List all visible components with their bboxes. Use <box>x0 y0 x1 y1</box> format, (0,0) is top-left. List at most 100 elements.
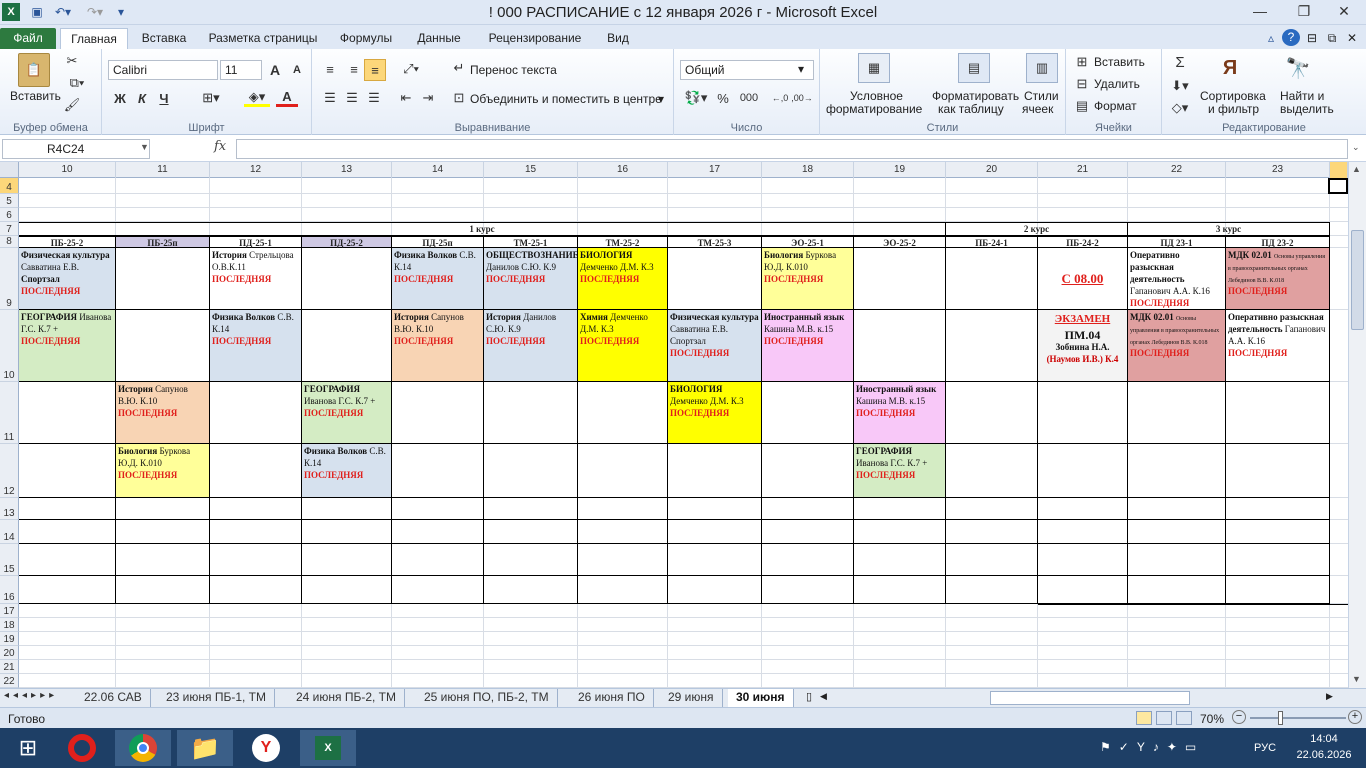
tab-view[interactable]: Вид <box>598 28 638 49</box>
format-as-table-icon[interactable]: ▤ <box>958 53 990 83</box>
cell-styles-label-1[interactable]: Стили <box>1024 89 1059 103</box>
row-header[interactable]: 19 <box>0 632 19 646</box>
schedule-cell[interactable] <box>302 498 392 520</box>
page-break-view-icon[interactable] <box>1176 711 1192 725</box>
conditional-format-icon[interactable]: ▦ <box>858 53 890 83</box>
cell-styles-icon[interactable]: ▥ <box>1026 53 1058 83</box>
schedule-cell[interactable] <box>1128 520 1226 544</box>
column-header[interactable]: 15 <box>484 162 578 178</box>
active-cell[interactable] <box>1328 178 1348 194</box>
autosum-icon[interactable]: Σ <box>1168 53 1192 71</box>
column-header[interactable]: 14 <box>392 162 484 178</box>
column-header[interactable]: 16 <box>578 162 668 178</box>
schedule-cell[interactable] <box>484 444 578 498</box>
schedule-cell[interactable] <box>302 310 392 382</box>
wrap-text-icon[interactable]: ↵ <box>450 59 468 77</box>
schedule-cell[interactable] <box>1128 544 1226 576</box>
zoom-slider-thumb[interactable] <box>1278 711 1283 725</box>
lesson-cell[interactable]: ОБЩЕСТВОЗНАНИЕ Данилов С.Ю. К.9 ПОСЛЕДНЯЯ <box>484 248 578 310</box>
schedule-cell[interactable] <box>946 544 1038 576</box>
chrome-icon[interactable] <box>115 730 171 766</box>
row-header[interactable]: 9 <box>0 248 19 310</box>
align-center-icon[interactable]: ☰ <box>342 89 362 107</box>
lesson-cell[interactable]: Физическая культура Савватина Е.В. Спорт… <box>19 248 116 310</box>
schedule-cell[interactable] <box>116 498 210 520</box>
schedule-cell[interactable] <box>854 248 946 310</box>
schedule-cell[interactable] <box>302 576 392 604</box>
schedule-cell[interactable] <box>946 310 1038 382</box>
schedule-cell[interactable] <box>578 576 668 604</box>
schedule-cell[interactable] <box>668 498 762 520</box>
increase-indent-icon[interactable]: ⇥ <box>418 89 438 107</box>
schedule-cell[interactable] <box>1128 444 1226 498</box>
tab-formulas[interactable]: Формулы <box>330 28 402 49</box>
schedule-cell[interactable] <box>578 382 668 444</box>
close-doc-icon[interactable]: ✕ <box>1344 28 1360 49</box>
lesson-cell[interactable]: Физическая культура Савватина Е.В. Спорт… <box>668 310 762 382</box>
schedule-cell[interactable] <box>762 520 854 544</box>
row-header[interactable]: 11 <box>0 382 19 444</box>
schedule-cell[interactable] <box>1128 498 1226 520</box>
lesson-cell[interactable]: Химия Демченко Д.М. К.3 ПОСЛЕДНЯЯ <box>578 310 668 382</box>
schedule-cell[interactable] <box>1226 520 1330 544</box>
file-explorer-icon[interactable]: 📁 <box>177 730 233 766</box>
row-header[interactable]: 17 <box>0 604 19 618</box>
merge-icon[interactable]: ⊡ <box>450 89 468 107</box>
lesson-cell[interactable]: С 08.00 <box>1038 248 1128 310</box>
name-box[interactable]: R4C24 <box>2 139 150 159</box>
font-color-icon[interactable]: A <box>276 89 298 107</box>
lesson-cell[interactable]: История Стрельцова О.В.К.11 ПОСЛЕДНЯЯ <box>210 248 302 310</box>
schedule-cell[interactable] <box>484 498 578 520</box>
schedule-cell[interactable] <box>484 382 578 444</box>
row-header[interactable]: 18 <box>0 618 19 632</box>
row-header[interactable]: 13 <box>0 498 19 520</box>
schedule-cell[interactable] <box>1226 498 1330 520</box>
schedule-cell[interactable] <box>578 520 668 544</box>
tab-file[interactable]: Файл <box>0 28 56 49</box>
schedule-cell[interactable] <box>392 520 484 544</box>
lesson-cell[interactable]: Физика Волков С.В. К.14 ПОСЛЕДНЯЯ <box>302 444 392 498</box>
cond-format-label-1[interactable]: Условное <box>850 89 903 103</box>
schedule-cell[interactable] <box>19 576 116 604</box>
lesson-cell[interactable]: История Данилов С.Ю. К.9 ПОСЛЕДНЯЯ <box>484 310 578 382</box>
column-header[interactable]: 10 <box>19 162 116 178</box>
schedule-cell[interactable] <box>946 382 1038 444</box>
expand-formula-icon[interactable]: ⌄ <box>1352 142 1360 153</box>
schedule-cell[interactable] <box>19 544 116 576</box>
column-header-selected[interactable] <box>1330 162 1348 178</box>
schedule-cell[interactable] <box>946 520 1038 544</box>
sheet-nav-icons[interactable]: ◂◂◂▸▸▸ <box>4 690 58 701</box>
sheet-tab[interactable]: 29 июня <box>660 689 723 707</box>
vertical-scroll-thumb[interactable] <box>1351 230 1364 330</box>
format-table-label-2[interactable]: как таблицу <box>938 102 1004 116</box>
formula-input[interactable] <box>236 139 1348 159</box>
sort-label-1[interactable]: Сортировка <box>1200 89 1266 103</box>
schedule-cell[interactable] <box>946 248 1038 310</box>
schedule-cell[interactable] <box>762 382 854 444</box>
schedule-cell[interactable] <box>854 576 946 604</box>
schedule-cell[interactable] <box>302 520 392 544</box>
zoom-level[interactable]: 70% <box>1200 712 1224 726</box>
minimize-button[interactable]: — <box>1238 0 1282 22</box>
tray-icons[interactable]: ⚑✓Y♪✦▭ <box>1100 740 1204 754</box>
column-header[interactable]: 19 <box>854 162 946 178</box>
sheet-tab[interactable]: 25 июня ПО, ПБ-2, ТМ <box>416 689 558 707</box>
increase-decimal-icon[interactable]: ←,0 <box>770 89 790 107</box>
lesson-cell[interactable]: ГЕОГРАФИЯ Иванова Г.С. К.7 + ПОСЛЕДНЯЯ <box>302 382 392 444</box>
worksheet-grid[interactable]: 10 11 12 13 14 15 16 17 18 19 20 21 22 23 4 5 6 7 8 9 10 11 12… <box>0 162 1348 688</box>
schedule-cell[interactable] <box>392 382 484 444</box>
align-left-icon[interactable]: ☰ <box>320 89 340 107</box>
lesson-cell[interactable]: Биология Бурковa Ю.Д. К.010 ПОСЛЕДНЯЯ <box>762 248 854 310</box>
row-header[interactable]: 8 <box>0 236 19 248</box>
lesson-cell[interactable]: История Сапунов В.Ю. К.10 ПОСЛЕДНЯЯ <box>392 310 484 382</box>
name-box-dropdown-icon[interactable]: ▼ <box>140 142 149 152</box>
clock-date[interactable]: 22.06.2026 <box>1290 749 1358 761</box>
merge-button[interactable]: Объединить и поместить в центре <box>470 92 662 106</box>
tab-review[interactable]: Рецензирование <box>476 28 594 49</box>
sort-label-2[interactable]: и фильтр <box>1208 102 1259 116</box>
font-size-select[interactable]: 11 <box>220 60 262 80</box>
insert-cells-button[interactable]: Вставить <box>1094 55 1145 69</box>
align-bottom-icon[interactable]: ≡ <box>364 59 386 81</box>
column-header[interactable]: 17 <box>668 162 762 178</box>
scroll-up-icon[interactable]: ▲ <box>1352 164 1361 174</box>
